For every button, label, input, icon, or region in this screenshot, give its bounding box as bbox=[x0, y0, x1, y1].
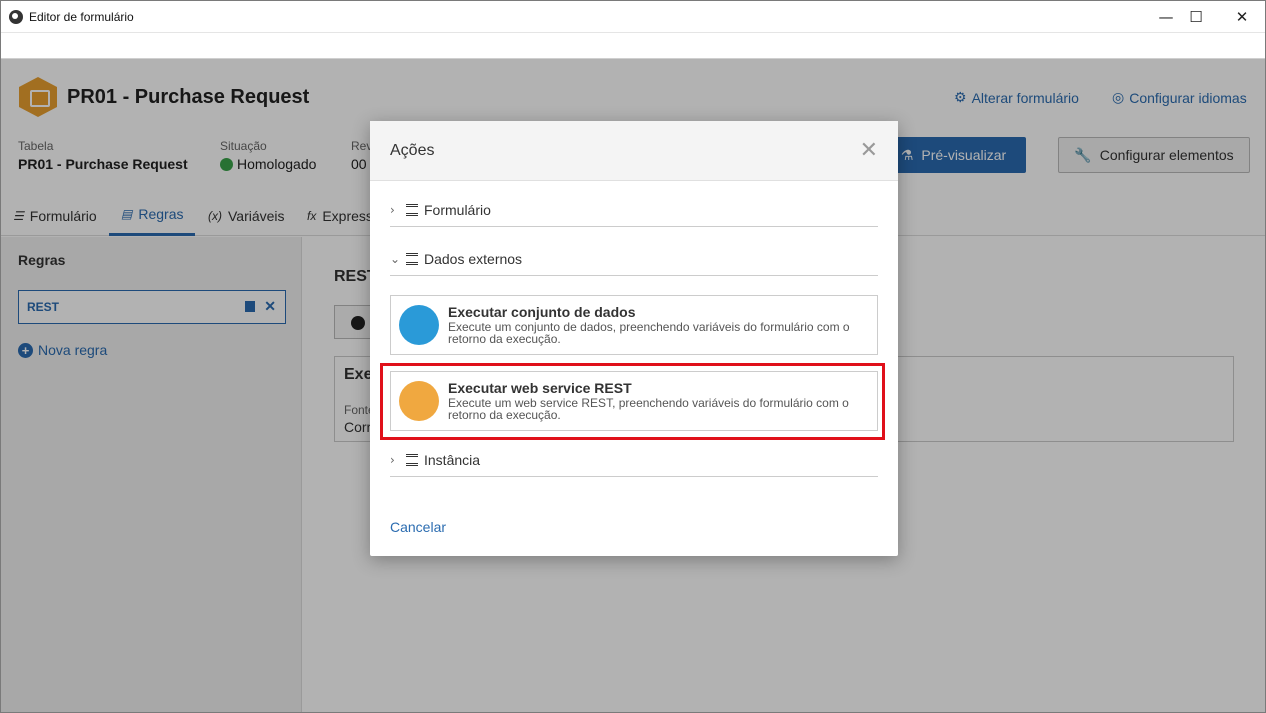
close-window-button[interactable]: ✕ bbox=[1219, 1, 1265, 32]
chevron-down-icon: ⌄ bbox=[390, 251, 401, 266]
chevron-right-icon: › bbox=[390, 202, 395, 217]
cloud-upload-icon bbox=[399, 305, 439, 345]
menu-bar bbox=[1, 32, 1265, 59]
section-form-label: Formulário bbox=[424, 201, 491, 218]
execute-dataset-title: Executar conjunto de dados bbox=[448, 304, 636, 320]
cancel-link[interactable]: Cancelar bbox=[390, 519, 446, 535]
dialog-title: Ações bbox=[390, 142, 435, 159]
window-title: Editor de formulário bbox=[29, 9, 134, 24]
section-external-data-label: Dados externos bbox=[424, 250, 523, 267]
section-instance-label: Instância bbox=[424, 451, 481, 468]
execute-dataset-card[interactable]: Executar conjunto de dados Execute um co… bbox=[390, 295, 878, 355]
section-external-data[interactable]: ⌄ Dados externos bbox=[390, 242, 878, 276]
section-form[interactable]: › Formulário bbox=[390, 193, 878, 227]
dialog-header: Ações ✕ bbox=[370, 121, 898, 181]
execute-dataset-desc: Execute um conjunto de dados, preenchend… bbox=[448, 320, 850, 346]
actions-dialog: Ações ✕ › Formulário ⌄ Dados externos Ex… bbox=[370, 121, 898, 556]
app-icon bbox=[9, 9, 23, 24]
editor-window: Editor de formulário — ☐ ✕ PR01 - Purcha… bbox=[0, 0, 1266, 713]
maximize-button[interactable]: ☐ bbox=[1173, 1, 1219, 32]
highlight-box bbox=[380, 363, 885, 440]
section-instance[interactable]: › Instância bbox=[390, 443, 878, 477]
database-icon bbox=[406, 252, 418, 265]
form-list-icon bbox=[406, 203, 418, 216]
hierarchy-icon bbox=[406, 453, 418, 466]
close-dialog-icon[interactable]: ✕ bbox=[860, 138, 878, 163]
chevron-right-icon: › bbox=[390, 452, 395, 467]
title-bar: Editor de formulário — ☐ ✕ bbox=[1, 1, 1265, 32]
